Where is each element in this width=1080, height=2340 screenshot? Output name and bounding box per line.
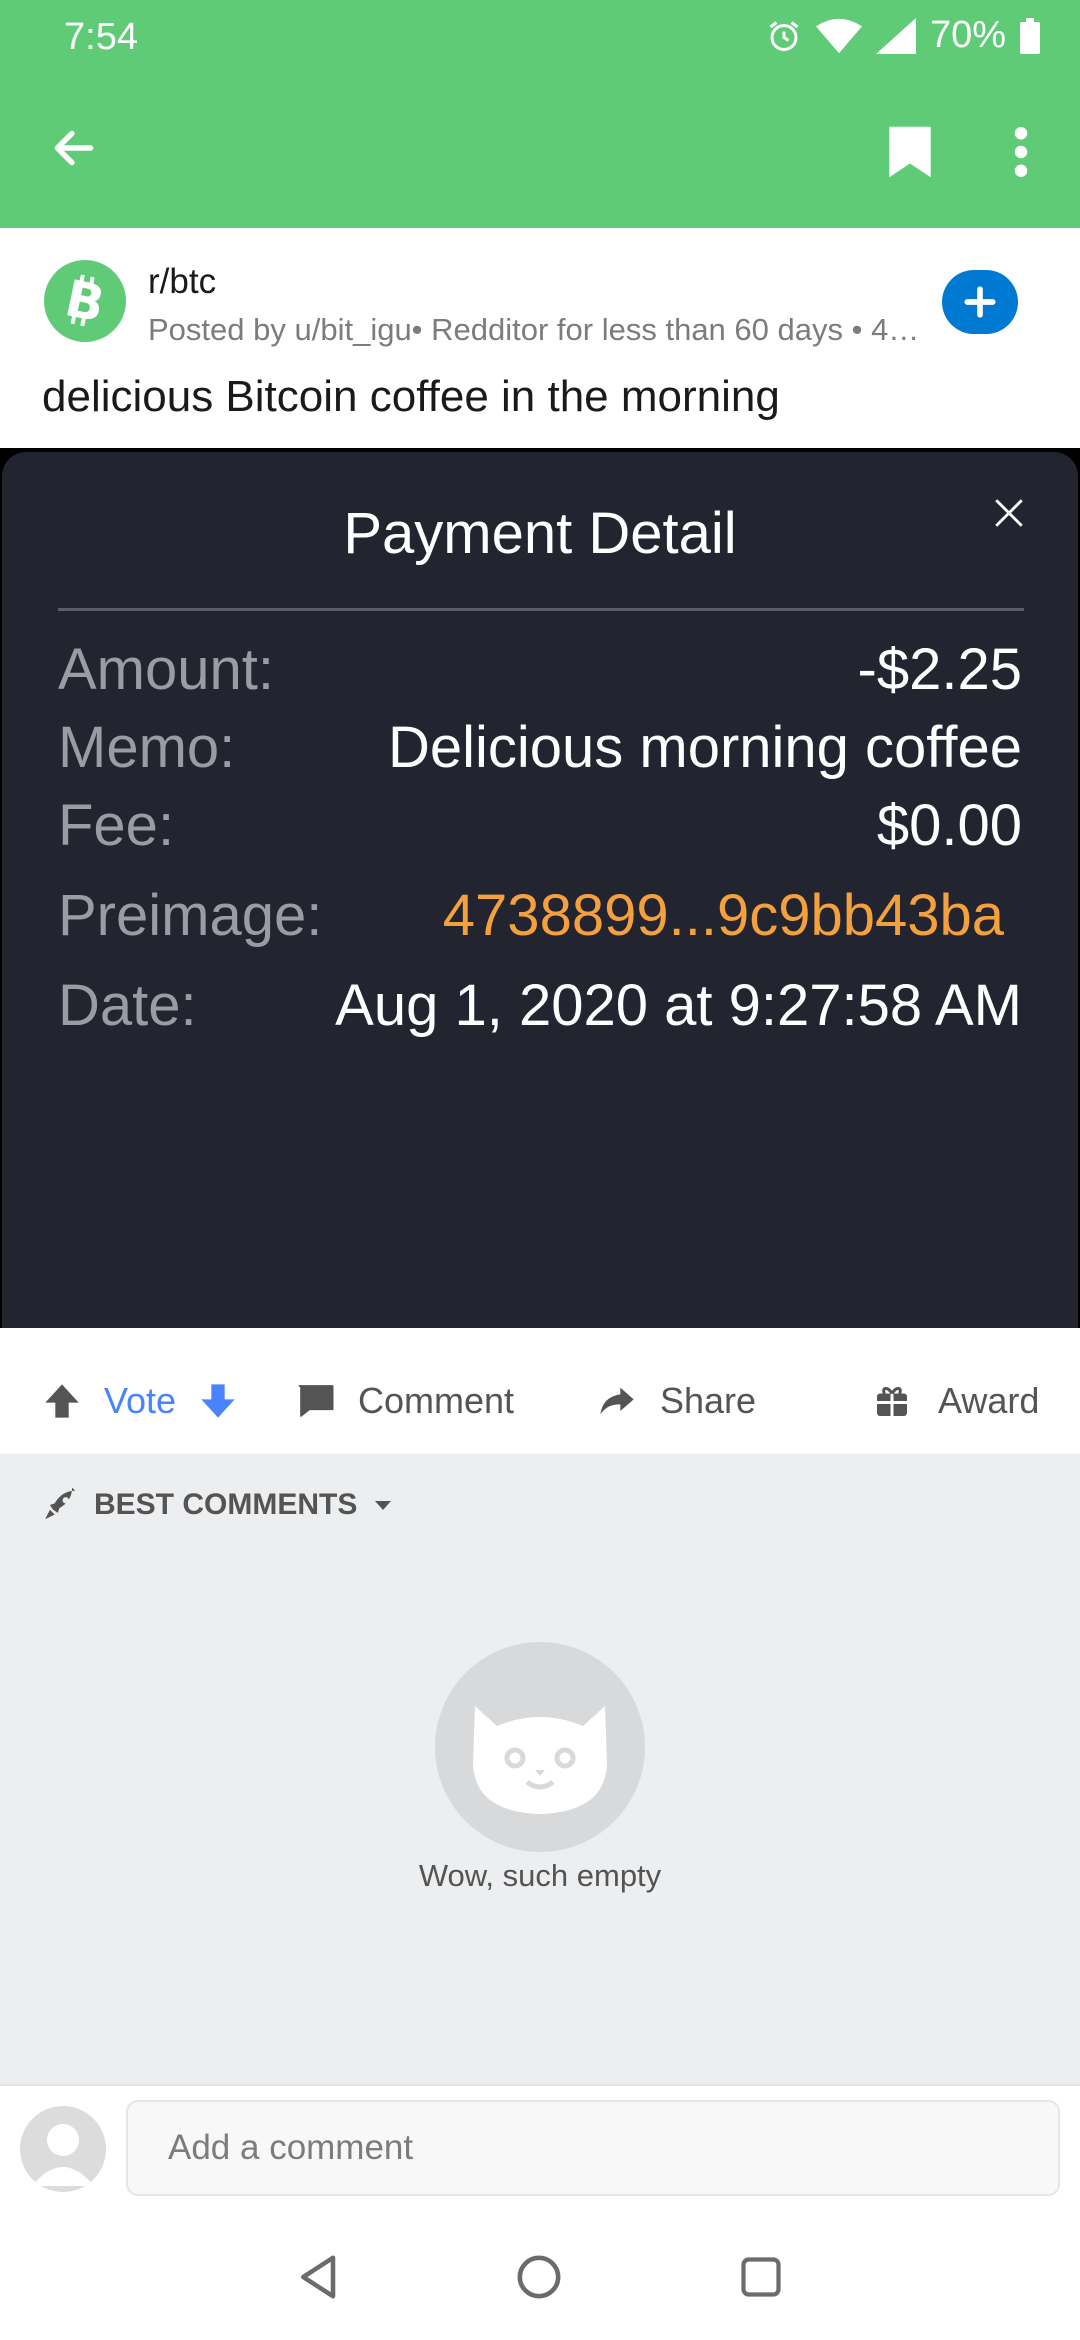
- payment-detail-card: Payment Detail Amount: -$2.25 Memo: Deli…: [2, 452, 1078, 1328]
- nav-home-icon: [517, 2255, 561, 2299]
- nav-recents-icon: [741, 2257, 781, 2297]
- payment-divider: [58, 608, 1024, 611]
- comment-label: Comment: [358, 1380, 515, 1421]
- date-value: Aug 1, 2020 at 9:27:58 AM: [335, 973, 1022, 1038]
- fee-label: Fee:: [58, 793, 175, 858]
- vote-label: Vote: [104, 1380, 177, 1421]
- nav-back-icon: [300, 2255, 336, 2299]
- dropdown-arrow-icon: [375, 1501, 392, 1510]
- share-button[interactable]: Share: [596, 1380, 756, 1422]
- award-button[interactable]: Award: [874, 1380, 1039, 1422]
- bookmark-icon: [889, 126, 931, 178]
- back-arrow-icon: [54, 130, 94, 166]
- post-meta: Posted by u/bit_igu• Redditor for less t…: [148, 312, 920, 347]
- nav-home-button[interactable]: [506, 2244, 572, 2310]
- share-label: Share: [660, 1380, 757, 1421]
- subreddit-name[interactable]: r/btc: [148, 262, 216, 302]
- memo-label: Memo:: [58, 715, 236, 780]
- downvote-icon[interactable]: [198, 1381, 238, 1421]
- comment-button[interactable]: Comment: [296, 1380, 514, 1422]
- nav-back-button[interactable]: [286, 2244, 352, 2310]
- comment-input[interactable]: Add a comment: [126, 2100, 1060, 2196]
- preimage-label: Preimage:: [58, 883, 323, 948]
- nav-recents-button[interactable]: [728, 2244, 794, 2310]
- fee-value: $0.00: [876, 793, 1022, 858]
- signal-icon: [875, 17, 916, 54]
- upvote-icon[interactable]: [42, 1381, 82, 1421]
- empty-state-text: Wow, such empty: [418, 1858, 662, 1893]
- wifi-icon: [815, 18, 862, 53]
- comment-icon: [298, 1385, 334, 1417]
- comment-sort-dropdown[interactable]: BEST COMMENTS: [42, 1486, 395, 1524]
- share-icon: [600, 1387, 634, 1415]
- more-vert-icon: [1014, 127, 1028, 177]
- alarm-icon: [769, 20, 799, 51]
- battery-icon: [1020, 17, 1040, 54]
- more-options-button[interactable]: [986, 110, 1056, 194]
- plus-icon: [964, 286, 996, 318]
- back-button[interactable]: [36, 110, 112, 186]
- preimage-value: 4738899...9c9bb43ba: [442, 883, 1004, 948]
- sort-label: BEST COMMENTS: [94, 1488, 358, 1521]
- amount-value: -$2.25: [857, 637, 1022, 702]
- cat-face-icon: [473, 1706, 607, 1814]
- close-icon: [995, 499, 1023, 527]
- status-icons: 70%: [766, 14, 1040, 57]
- status-time: 7:54: [64, 16, 138, 58]
- award-label: Award: [938, 1380, 1040, 1421]
- vote-group: Vote: [42, 1380, 238, 1422]
- payment-title: Payment Detail: [343, 501, 737, 566]
- amount-label: Amount:: [58, 637, 274, 702]
- bitcoin-logo-icon: B: [60, 271, 109, 331]
- join-button[interactable]: [942, 270, 1018, 334]
- rocket-icon: [45, 1487, 76, 1520]
- user-icon: [32, 2124, 94, 2186]
- post-title: delicious Bitcoin coffee in the morning: [42, 372, 780, 421]
- status-bar: 7:54 70%: [0, 0, 1080, 80]
- memo-value: Delicious morning coffee: [387, 715, 1022, 780]
- save-post-button[interactable]: [868, 110, 952, 194]
- subreddit-avatar[interactable]: B: [44, 260, 126, 342]
- date-label: Date:: [58, 973, 197, 1038]
- empty-state-illustration: [435, 1642, 645, 1852]
- award-icon: [877, 1386, 907, 1416]
- avatar[interactable]: [20, 2106, 106, 2192]
- battery-percent: 70%: [929, 14, 1006, 56]
